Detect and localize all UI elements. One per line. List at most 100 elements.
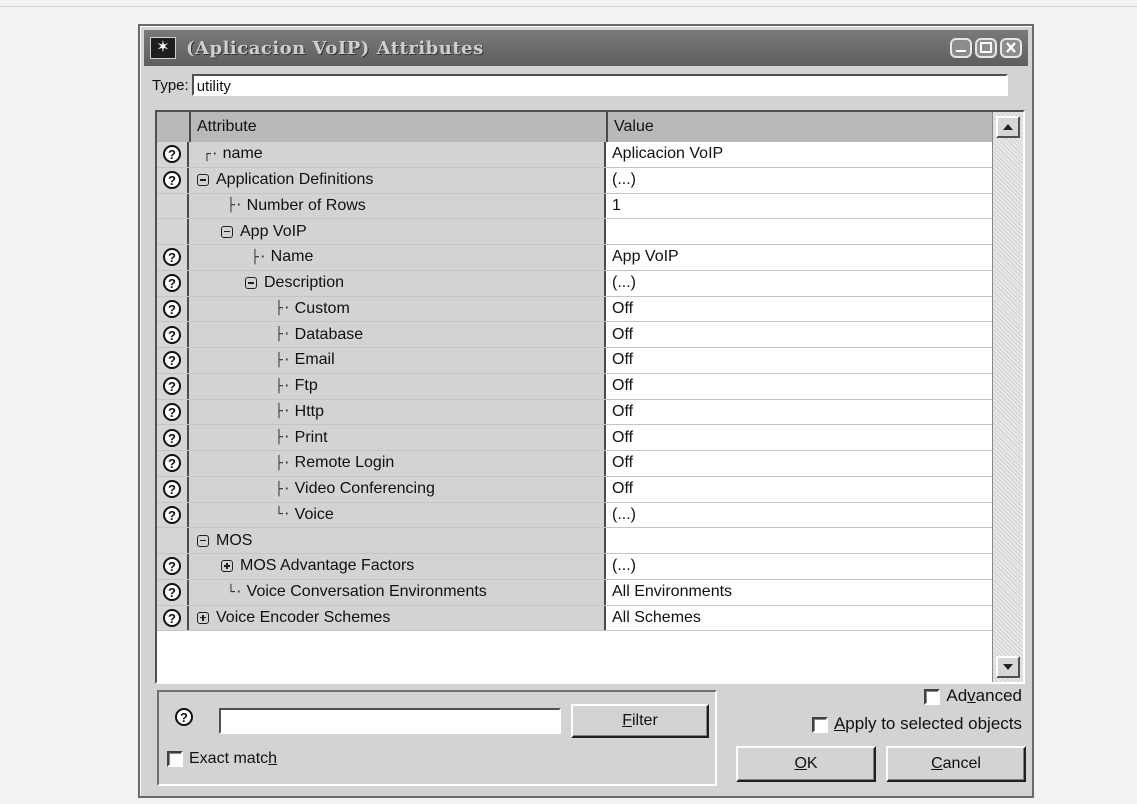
table-row[interactable]: ? └· Voice (...) <box>157 502 993 529</box>
attribute-cell[interactable]: ├· Video Conferencing <box>189 476 606 502</box>
collapse-icon[interactable] <box>245 277 257 290</box>
table-row[interactable]: ? Description (...) <box>157 270 993 297</box>
help-cell[interactable]: ? <box>157 322 189 347</box>
table-row[interactable]: ? Application Definitions (...) <box>157 167 993 194</box>
value-cell[interactable]: Aplicacion VoIP <box>606 142 993 167</box>
expand-icon[interactable] <box>221 560 233 573</box>
value-cell[interactable]: Off <box>606 399 993 425</box>
value-cell[interactable]: All Schemes <box>606 605 993 631</box>
help-icon[interactable]: ? <box>163 428 181 447</box>
help-cell[interactable]: ? <box>157 296 189 322</box>
attribute-cell[interactable]: ├· Email <box>189 348 606 373</box>
attribute-cell[interactable]: ├· Database <box>189 322 606 347</box>
minimize-button[interactable] <box>950 38 972 58</box>
table-row[interactable]: ? ├· Database Off <box>157 322 993 348</box>
help-icon[interactable]: ? <box>163 480 181 499</box>
help-cell[interactable]: ? <box>157 502 189 528</box>
help-cell[interactable]: ? <box>157 399 189 425</box>
table-row[interactable]: ? └· Voice Conversation Environments All En… <box>157 579 993 606</box>
value-cell[interactable]: 1 <box>606 193 993 219</box>
help-cell[interactable]: ? <box>157 142 189 167</box>
help-icon[interactable]: ? <box>163 351 181 370</box>
help-icon[interactable]: ? <box>163 377 181 396</box>
star-icon[interactable]: ✶ <box>150 37 176 59</box>
help-icon[interactable]: ? <box>175 708 193 726</box>
table-row[interactable]: ? MOS Advantage Factors (...) <box>157 554 993 580</box>
attribute-cell[interactable]: ├· Number of Rows <box>189 193 606 219</box>
table-row[interactable]: ? ├· Custom Off <box>157 296 993 323</box>
title-bar[interactable]: ✶ (Aplicacion VoIP) Attributes <box>144 30 1028 66</box>
help-cell[interactable]: ? <box>157 476 189 502</box>
value-cell[interactable]: Off <box>606 296 993 322</box>
help-icon[interactable]: ? <box>163 248 181 267</box>
help-icon[interactable]: ? <box>163 608 181 627</box>
table-row[interactable]: ? ├· Email Off <box>157 348 993 374</box>
attribute-cell[interactable]: ├· Print <box>189 425 606 450</box>
attribute-cell[interactable]: MOS <box>189 528 606 553</box>
help-cell[interactable]: ? <box>157 605 189 631</box>
cancel-button[interactable]: Cancel <box>886 746 1026 782</box>
filter-input[interactable] <box>219 708 561 734</box>
exact-match-option[interactable]: Exact match <box>167 750 277 768</box>
help-icon[interactable]: ? <box>163 402 181 421</box>
value-cell[interactable] <box>606 528 993 553</box>
value-cell[interactable]: Off <box>606 373 993 399</box>
value-cell[interactable]: All Environments <box>606 579 993 605</box>
collapse-icon[interactable] <box>197 174 209 187</box>
help-cell[interactable]: ? <box>157 579 189 605</box>
attribute-cell[interactable]: └· Voice Conversation Environments <box>189 579 606 605</box>
table-row[interactable]: ? Voice Encoder Schemes All Schemes <box>157 605 993 632</box>
collapse-icon[interactable] <box>221 225 233 238</box>
attribute-cell[interactable]: ├· Name <box>189 245 606 270</box>
scroll-down-button[interactable] <box>996 656 1020 678</box>
attribute-cell[interactable]: ┌· name <box>189 142 606 167</box>
close-button[interactable] <box>1000 38 1022 58</box>
help-cell[interactable]: ? <box>157 245 189 270</box>
value-cell[interactable] <box>606 219 993 244</box>
table-row[interactable]: ? ├· Video Conferencing Off <box>157 476 993 503</box>
filter-button[interactable]: Filter <box>571 704 709 738</box>
attribute-cell[interactable]: ├· Custom <box>189 296 606 322</box>
collapse-icon[interactable] <box>197 534 209 547</box>
value-cell[interactable]: (...) <box>606 167 993 193</box>
value-cell[interactable]: (...) <box>606 270 993 296</box>
value-cell[interactable]: (...) <box>606 554 993 579</box>
help-icon[interactable]: ? <box>163 299 181 318</box>
apply-to-selected-option[interactable]: Apply to selected objects <box>811 714 1022 734</box>
vertical-scrollbar[interactable] <box>992 112 1023 682</box>
exact-match-checkbox[interactable] <box>167 750 183 767</box>
value-cell[interactable]: Off <box>606 425 993 450</box>
table-row[interactable]: ? ├· Remote Login Off <box>157 451 993 477</box>
value-cell[interactable]: App VoIP <box>606 245 993 270</box>
table-row[interactable]: ├· Number of Rows 1 <box>157 193 993 220</box>
help-icon[interactable]: ? <box>163 171 181 190</box>
help-icon[interactable]: ? <box>163 145 181 164</box>
help-cell[interactable]: ? <box>157 554 189 579</box>
table-row[interactable]: ? ├· Ftp Off <box>157 373 993 400</box>
attribute-cell[interactable]: ├· Http <box>189 399 606 425</box>
attribute-cell[interactable]: Description <box>189 270 606 296</box>
help-icon[interactable]: ? <box>163 325 181 344</box>
table-row[interactable]: ? ├· Print Off <box>157 425 993 451</box>
help-cell[interactable]: ? <box>157 167 189 193</box>
attribute-cell[interactable]: App VoIP <box>189 219 606 244</box>
table-row[interactable]: MOS <box>157 528 993 554</box>
header-value[interactable]: Value <box>608 112 991 142</box>
help-cell[interactable]: ? <box>157 373 189 399</box>
value-cell[interactable]: Off <box>606 476 993 502</box>
type-field[interactable]: utility <box>191 74 1008 96</box>
help-icon[interactable]: ? <box>163 274 181 293</box>
scroll-up-button[interactable] <box>996 116 1020 138</box>
maximize-button[interactable] <box>975 38 997 58</box>
attribute-cell[interactable]: Voice Encoder Schemes <box>189 605 606 631</box>
value-cell[interactable]: Off <box>606 322 993 347</box>
table-row[interactable]: App VoIP <box>157 219 993 245</box>
table-row[interactable]: ? ├· Http Off <box>157 399 993 426</box>
attribute-cell[interactable]: ├· Ftp <box>189 373 606 399</box>
help-cell[interactable]: ? <box>157 348 189 373</box>
help-cell[interactable]: ? <box>157 270 189 296</box>
header-attribute[interactable]: Attribute <box>191 112 608 142</box>
attribute-cell[interactable]: Application Definitions <box>189 167 606 193</box>
help-icon[interactable]: ? <box>163 557 181 576</box>
ok-button[interactable]: OK <box>736 746 876 782</box>
